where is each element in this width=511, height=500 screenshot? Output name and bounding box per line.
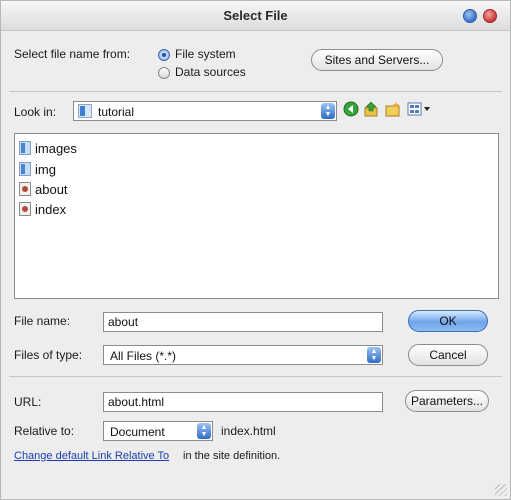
new-folder-icon[interactable] bbox=[385, 101, 401, 117]
back-icon[interactable] bbox=[343, 101, 359, 117]
html-file-icon bbox=[19, 202, 31, 216]
radio-data-sources[interactable] bbox=[158, 67, 170, 79]
list-item[interactable]: about bbox=[19, 181, 68, 197]
file-system-label: File system bbox=[175, 47, 236, 61]
file-type-select[interactable]: All Files (*.*) ▲ ▼ bbox=[103, 345, 383, 365]
resize-grip[interactable] bbox=[495, 484, 507, 496]
divider bbox=[9, 91, 502, 92]
list-item[interactable]: images bbox=[19, 140, 77, 156]
look-in-label: Look in: bbox=[14, 105, 57, 119]
folder-icon bbox=[19, 162, 31, 176]
up-folder-icon[interactable] bbox=[363, 101, 379, 117]
folder-icon bbox=[19, 141, 31, 155]
list-item[interactable]: index bbox=[19, 201, 66, 217]
file-type-value: All Files (*.*) bbox=[110, 349, 177, 363]
data-sources-label: Data sources bbox=[175, 65, 246, 79]
close-icon[interactable] bbox=[483, 9, 497, 23]
html-file-icon bbox=[19, 182, 31, 196]
window-title: Select File bbox=[223, 8, 288, 23]
file-name: img bbox=[35, 161, 56, 177]
divider bbox=[9, 376, 502, 377]
select-file-dialog: Select File Select file name from: File … bbox=[0, 0, 511, 500]
list-item[interactable]: img bbox=[19, 161, 56, 177]
minimize-icon[interactable] bbox=[463, 9, 477, 23]
file-name: images bbox=[35, 140, 77, 156]
look-in-select[interactable]: tutorial ▲ ▼ bbox=[73, 101, 337, 121]
file-name-input[interactable]: about bbox=[103, 312, 383, 332]
file-name: about bbox=[35, 181, 68, 197]
radio-file-system[interactable] bbox=[158, 49, 170, 61]
file-name: index bbox=[35, 201, 67, 217]
footer-text: in the site definition. bbox=[183, 450, 281, 462]
sites-and-servers-button[interactable]: Sites and Servers... bbox=[311, 49, 443, 71]
relative-to-select[interactable]: Document ▲ ▼ bbox=[103, 421, 213, 441]
change-default-link[interactable]: Change default Link Relative To bbox=[14, 450, 169, 462]
view-menu-icon[interactable] bbox=[407, 101, 431, 117]
parameters-button[interactable]: Parameters... bbox=[405, 390, 489, 412]
folder-icon bbox=[78, 104, 92, 118]
relative-file: index.html bbox=[221, 424, 276, 438]
select-arrows-icon: ▲ ▼ bbox=[197, 423, 211, 439]
ok-button[interactable]: OK bbox=[408, 310, 488, 332]
title-bar: Select File bbox=[1, 1, 510, 31]
cancel-button[interactable]: Cancel bbox=[408, 344, 488, 366]
file-name-label: File name: bbox=[14, 314, 71, 328]
relative-to-label: Relative to: bbox=[14, 424, 75, 438]
select-arrows-icon: ▲ ▼ bbox=[367, 347, 381, 363]
file-list[interactable]: images img about index bbox=[14, 133, 499, 299]
url-input[interactable]: about.html bbox=[103, 392, 383, 412]
relative-to-value: Document bbox=[110, 425, 165, 439]
url-label: URL: bbox=[14, 395, 42, 409]
source-label: Select file name from: bbox=[14, 47, 131, 61]
file-type-label: Files of type: bbox=[14, 348, 83, 362]
look-in-value: tutorial bbox=[98, 105, 135, 119]
select-arrows-icon: ▲ ▼ bbox=[321, 103, 335, 119]
